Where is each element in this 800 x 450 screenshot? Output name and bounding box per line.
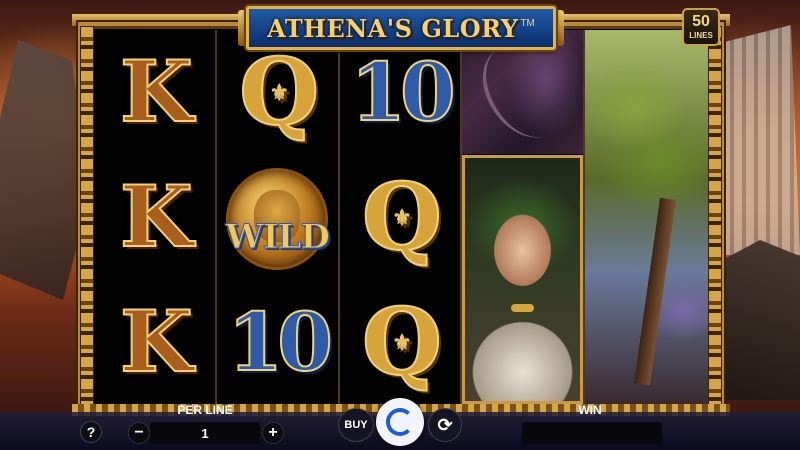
lines-label: LINES	[689, 31, 713, 40]
symbol-q: Q ⚜	[361, 163, 443, 271]
trademark-mark: TM	[520, 17, 535, 29]
tree-trunk-icon	[633, 198, 676, 386]
help-button[interactable]: ?	[80, 421, 102, 443]
reel-1: K K K	[94, 30, 217, 404]
symbol-wild: WILD	[225, 217, 330, 258]
spin-icon	[386, 408, 414, 436]
reel-cell: 10	[217, 280, 338, 404]
reel-5	[585, 30, 708, 404]
tree-scene-symbol	[585, 30, 708, 404]
reel-cell: Q ⚜	[340, 280, 461, 404]
reel-cell: K	[94, 280, 215, 404]
reel-cell: WILD	[217, 155, 338, 279]
reel-cell: Q ⚜	[340, 155, 461, 279]
symbol-k: K	[119, 292, 194, 391]
lines-badge: 50 LINES	[682, 8, 720, 46]
symbol-k: K	[119, 167, 194, 266]
symbol-q: Q ⚜	[238, 38, 320, 146]
autoplay-icon: ⟳	[437, 414, 453, 435]
reel-border-left	[80, 26, 94, 408]
medusa-necklace-icon	[511, 303, 535, 312]
symbol-10: 10	[349, 45, 456, 139]
symbol-q: Q ⚜	[361, 288, 443, 396]
lines-count: 50	[692, 13, 710, 30]
reel-cell: K	[94, 155, 215, 279]
reel-3: 10 Q ⚜ Q ⚜	[339, 30, 463, 404]
medusa-symbol	[462, 155, 584, 404]
buy-button[interactable]: BUY	[338, 408, 374, 442]
fleur-icon: ⚜	[269, 79, 289, 106]
reels-area: K K K Q ⚜ WILD 10 10 Q ⚜ Q ⚜	[94, 30, 708, 404]
win-label: WIN	[578, 403, 602, 417]
win-value	[522, 422, 662, 444]
game-title: ATHENA'S GLORY	[267, 13, 519, 43]
spin-button[interactable]	[376, 398, 424, 446]
autoplay-button[interactable]: ⟳	[428, 408, 462, 442]
fleur-icon: ⚜	[392, 329, 412, 356]
reel-cell: K	[94, 30, 215, 154]
per-line-value: 1	[150, 422, 260, 444]
fleur-icon: ⚜	[392, 204, 412, 231]
game-title-banner: ATHENA'S GLORY TM	[246, 6, 556, 50]
reel-2: Q ⚜ WILD 10	[216, 30, 340, 404]
reel-border-right	[708, 26, 722, 408]
increase-bet-button[interactable]: +	[262, 422, 284, 444]
decrease-bet-button[interactable]: −	[128, 422, 150, 444]
reel-4	[462, 30, 586, 404]
symbol-10: 10	[227, 295, 334, 389]
symbol-k: K	[119, 42, 194, 141]
per-line-label: PER LINE	[177, 403, 233, 417]
